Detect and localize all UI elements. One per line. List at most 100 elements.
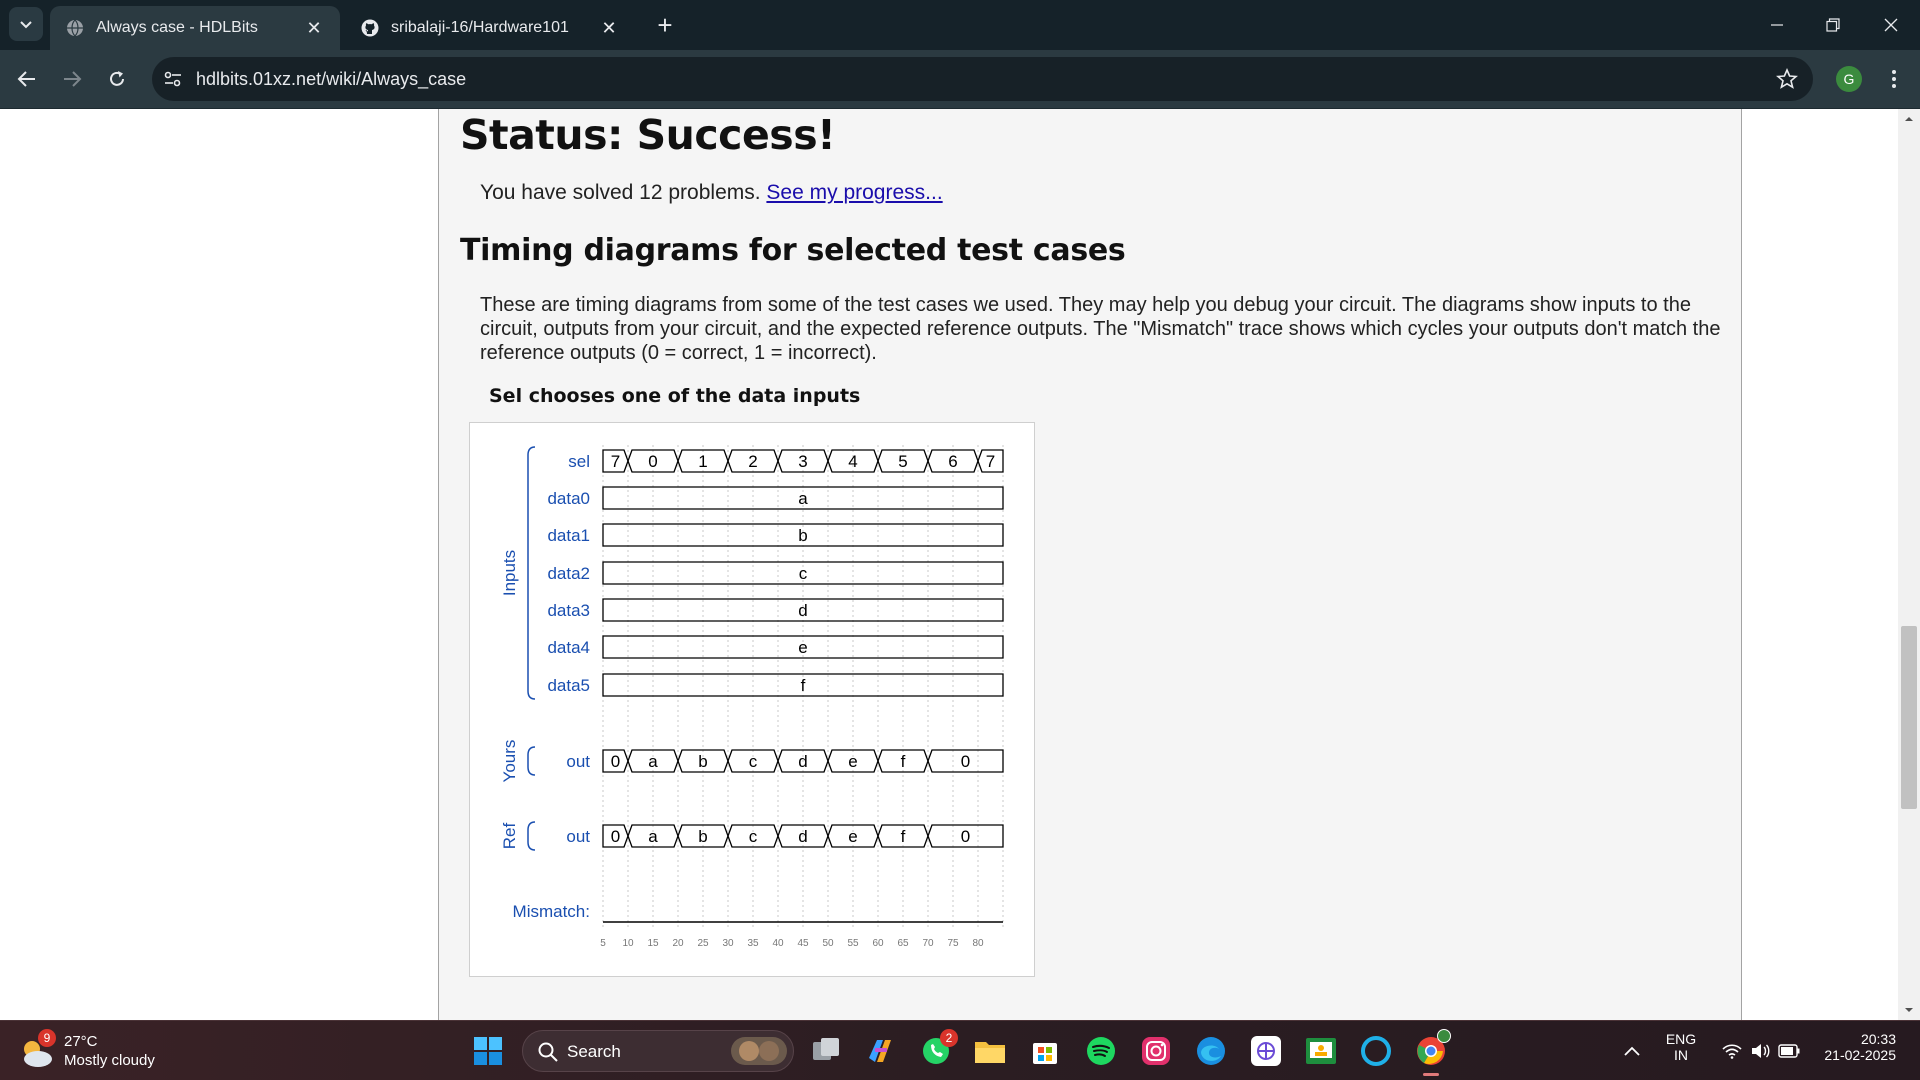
alexa-button[interactable] [1358, 1033, 1394, 1069]
bus-value-label: 0 [961, 827, 970, 846]
time-tick-label: 50 [822, 938, 834, 949]
signal-name: out [566, 752, 590, 771]
copilot-icon [869, 1040, 891, 1062]
bus-value-label: a [648, 752, 658, 771]
instagram-button[interactable] [1138, 1033, 1174, 1069]
bus-value-label: 7 [986, 452, 995, 471]
quick-settings-button[interactable] [1716, 1033, 1806, 1069]
weather-temp: 27°C [64, 1033, 98, 1050]
whatsapp-badge: 2 [940, 1029, 958, 1047]
bookmark-star-icon[interactable] [1775, 67, 1799, 91]
bus-value-label: d [798, 752, 807, 771]
globe-icon [67, 19, 83, 37]
bus-value-label: 2 [748, 452, 757, 471]
bus-value-label: b [698, 827, 707, 846]
more-vert-icon [1892, 70, 1896, 88]
chrome-button[interactable] [1413, 1029, 1451, 1076]
weather-badge: 9 [38, 1029, 56, 1047]
progress-link[interactable]: See my progress... [766, 181, 942, 204]
time-tick-label: 60 [872, 938, 884, 949]
timing-heading: Timing diagrams for selected test cases [460, 233, 1126, 268]
browser-menu-button[interactable] [1882, 64, 1906, 94]
weather-widget[interactable]: 9 27°C Mostly cloudy [18, 1029, 198, 1073]
main-content: Status: Success! You have solved 12 prob… [438, 109, 1742, 1020]
close-tab-icon[interactable]: ✕ [304, 18, 324, 38]
spotify-icon [1087, 1037, 1115, 1065]
classroom-icon [1306, 1038, 1336, 1064]
group-bracket [527, 446, 536, 700]
bus-value-label: b [698, 752, 707, 771]
whatsapp-button[interactable]: 2 [918, 1029, 958, 1069]
tab-always-case[interactable]: Always case - HDLBits ✕ [50, 6, 340, 50]
signal-name: data2 [547, 564, 590, 583]
ai-app-button[interactable] [1248, 1033, 1284, 1069]
time-tick-label: 35 [747, 938, 759, 949]
status-heading: Status: Success! [460, 111, 836, 159]
windows-logo-icon [474, 1037, 502, 1065]
folder-icon [975, 1042, 1005, 1063]
show-hidden-icons-button[interactable] [1614, 1033, 1650, 1069]
browser-tab-bar: Always case - HDLBits ✕ sribalaji-16/Har… [0, 0, 1920, 50]
time-tick-label: 45 [797, 938, 809, 949]
group-label: Ref [500, 823, 519, 850]
profile-avatar[interactable]: G [1836, 66, 1862, 92]
instagram-icon [1142, 1037, 1170, 1065]
back-button[interactable] [10, 62, 44, 96]
tab-title: sribalaji-16/Hardware101 [391, 19, 569, 36]
file-explorer-button[interactable] [972, 1033, 1008, 1069]
signal-name: Mismatch: [513, 902, 590, 921]
bus-value-label: 0 [648, 452, 657, 471]
taskbar-search[interactable]: Search [522, 1030, 794, 1072]
diagram-caption: Sel chooses one of the data inputs [489, 385, 861, 407]
forward-button[interactable] [55, 62, 89, 96]
restore-button[interactable] [1805, 0, 1861, 50]
signal-name: data5 [547, 676, 590, 695]
bus-value-label: b [798, 526, 807, 545]
timing-description: These are timing diagrams from some of t… [480, 294, 1721, 364]
scroll-thumb[interactable] [1901, 626, 1917, 809]
clock-date: 21-02-2025 [1824, 1047, 1896, 1063]
bus-value-label: f [901, 752, 906, 771]
bus-value-label: 0 [961, 752, 970, 771]
restore-icon [1826, 18, 1840, 32]
copilot-button[interactable] [862, 1033, 898, 1069]
start-button[interactable] [470, 1033, 506, 1069]
task-view-icon [813, 1038, 839, 1060]
new-tab-button[interactable]: + [650, 10, 680, 40]
close-tab-icon[interactable]: ✕ [599, 18, 619, 38]
store-button[interactable] [1027, 1033, 1063, 1069]
bus-value-label: 4 [848, 452, 857, 471]
battery-icon [1778, 1044, 1800, 1058]
bus-value-label: d [798, 601, 807, 620]
active-app-indicator [1423, 1073, 1439, 1076]
close-icon [1884, 18, 1898, 32]
bus-value-label: c [749, 827, 758, 846]
language-indicator[interactable]: ENG IN [1660, 1031, 1702, 1063]
spotify-button[interactable] [1083, 1033, 1119, 1069]
solved-text: You have solved 12 problems. [480, 181, 761, 204]
task-view-button[interactable] [808, 1033, 844, 1069]
edge-button[interactable] [1193, 1033, 1229, 1069]
minimize-button[interactable] [1749, 0, 1805, 50]
tab-title: Always case - HDLBits [96, 19, 258, 36]
tab-github[interactable]: sribalaji-16/Hardware101 ✕ [345, 6, 635, 50]
classroom-button[interactable] [1303, 1033, 1339, 1069]
reload-button[interactable] [100, 62, 134, 96]
bus-value-label: 5 [898, 452, 907, 471]
address-bar[interactable]: hdlbits.01xz.net/wiki/Always_case [152, 57, 1813, 101]
group-label: Yours [500, 740, 519, 783]
bus-value-label: d [798, 827, 807, 846]
close-window-button[interactable] [1863, 0, 1919, 50]
page-scrollbar[interactable] [1898, 109, 1920, 1020]
search-highlight-icon [731, 1037, 787, 1065]
clock[interactable]: 20:33 21-02-2025 [1812, 1031, 1896, 1063]
bus-value-label: 1 [698, 452, 707, 471]
wifi-icon [1722, 1044, 1742, 1059]
tab-search-button[interactable] [9, 7, 43, 41]
scroll-up-icon[interactable] [1898, 109, 1920, 129]
signal-name: sel [568, 452, 590, 471]
scroll-down-icon[interactable] [1898, 1000, 1920, 1020]
site-info-icon[interactable] [162, 68, 184, 90]
group-bracket [527, 821, 536, 851]
github-icon [361, 19, 379, 37]
